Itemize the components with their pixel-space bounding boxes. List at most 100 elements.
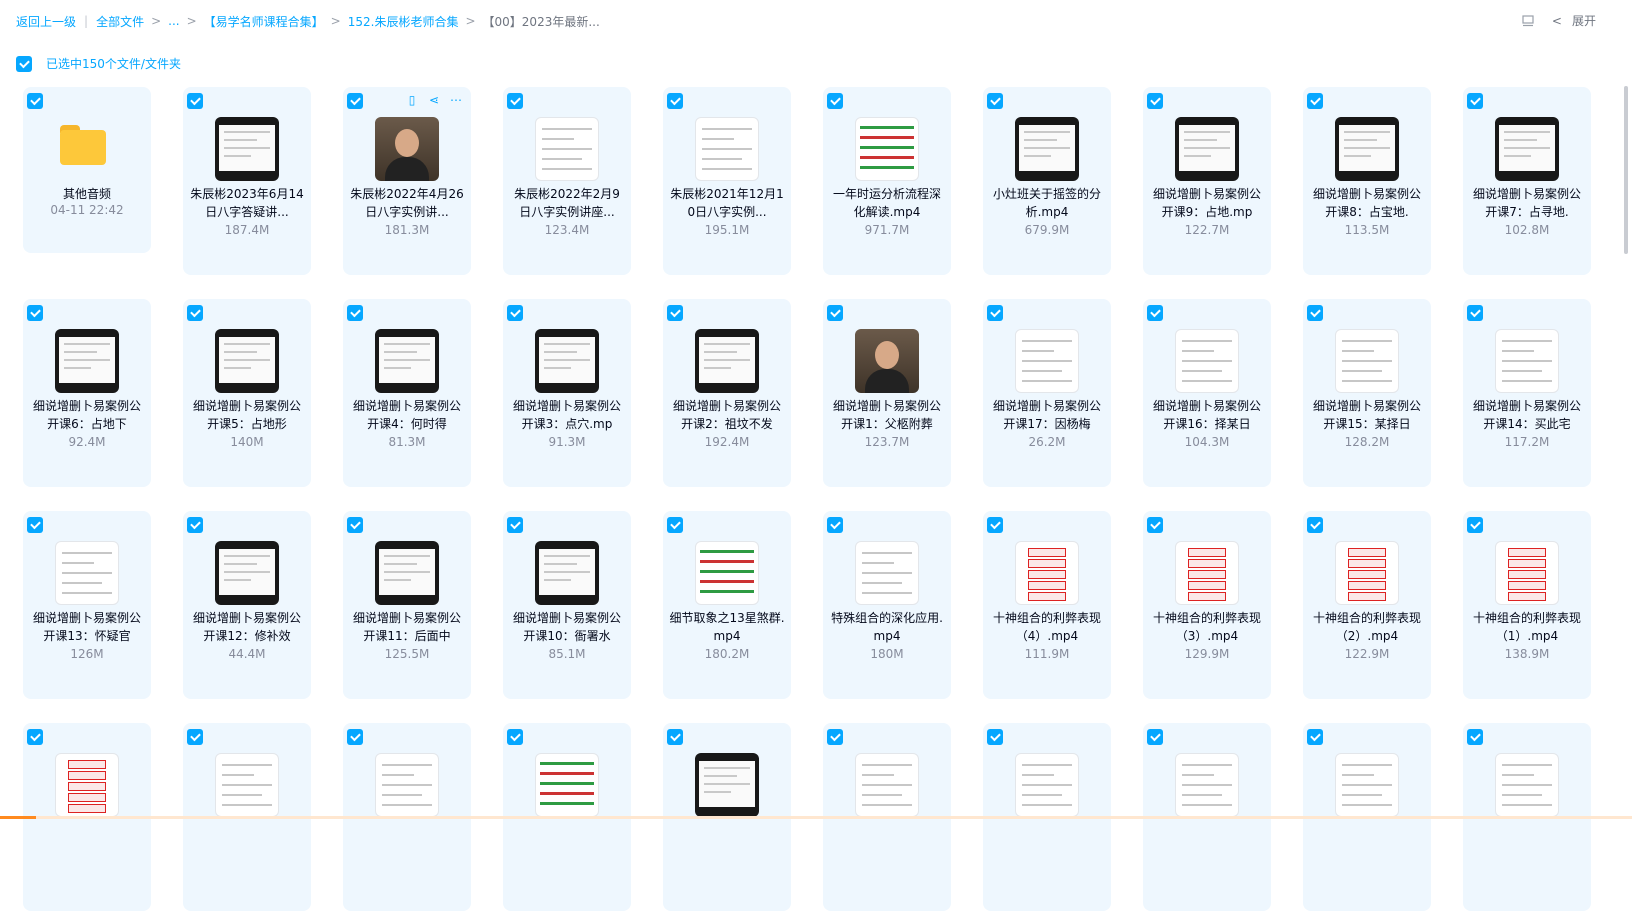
phone-icon[interactable]: ▯ bbox=[405, 93, 419, 107]
file-card[interactable]: 细说增删卜易案例公开课11：后面中 125.5M bbox=[343, 511, 471, 699]
file-checkbox[interactable] bbox=[1147, 93, 1163, 109]
file-card[interactable]: 十神组合的利弊表现（4）.mp4 111.9M bbox=[983, 511, 1111, 699]
folder-card[interactable]: 其他音频 04-11 22:42 bbox=[23, 87, 151, 253]
file-checkbox[interactable] bbox=[347, 93, 363, 109]
file-checkbox[interactable] bbox=[1467, 517, 1483, 533]
file-card[interactable]: 细说增删卜易案例公开课9：占地.mp 122.7M bbox=[1143, 87, 1271, 275]
file-checkbox[interactable] bbox=[27, 93, 43, 109]
file-meta: 117.2M bbox=[1504, 435, 1550, 449]
file-card[interactable]: 细说增删卜易案例公开课14：买此宅 117.2M bbox=[1463, 299, 1591, 487]
file-checkbox[interactable] bbox=[507, 517, 523, 533]
file-name: 细说增删卜易案例公开课14：买此宅 bbox=[1472, 399, 1581, 431]
file-checkbox[interactable] bbox=[1147, 517, 1163, 533]
file-checkbox[interactable] bbox=[1147, 729, 1163, 745]
file-card[interactable]: 细说增删卜易案例公开课2：祖坟不发 192.4M bbox=[663, 299, 791, 487]
file-checkbox[interactable] bbox=[347, 517, 363, 533]
expand-button[interactable]: 展开 bbox=[1572, 12, 1596, 29]
file-card[interactable]: 细节取象之13星煞群.mp4 180.2M bbox=[663, 511, 791, 699]
file-card[interactable]: 朱辰彬2023年6月14日八字答疑讲... 187.4M bbox=[183, 87, 311, 275]
video-thumbnail bbox=[1495, 329, 1559, 393]
file-checkbox[interactable] bbox=[827, 729, 843, 745]
file-card[interactable]: 十神组合的利弊表现（1）.mp4 138.9M bbox=[1463, 511, 1591, 699]
file-checkbox[interactable] bbox=[27, 517, 43, 533]
video-thumbnail bbox=[855, 541, 919, 605]
file-checkbox[interactable] bbox=[187, 93, 203, 109]
file-card[interactable]: 细说增删卜易案例公开课3：点穴.mp 91.3M bbox=[503, 299, 631, 487]
file-card[interactable]: ▯ ⋖ ⋯ 朱辰彬2022年4月26日八字实例讲... 181.3M bbox=[343, 87, 471, 275]
scrollbar[interactable] bbox=[1624, 86, 1628, 254]
file-card[interactable]: 一年时运分析流程深化解读.mp4 971.7M bbox=[823, 87, 951, 275]
file-checkbox[interactable] bbox=[347, 729, 363, 745]
file-checkbox[interactable] bbox=[507, 729, 523, 745]
file-card[interactable]: 细说增删卜易案例公开课13：怀疑官 126M bbox=[23, 511, 151, 699]
file-checkbox[interactable] bbox=[1307, 729, 1323, 745]
file-checkbox[interactable] bbox=[27, 729, 43, 745]
file-checkbox[interactable] bbox=[667, 729, 683, 745]
more-icon[interactable]: ⋯ bbox=[449, 93, 463, 107]
file-checkbox[interactable] bbox=[507, 93, 523, 109]
all-files-link[interactable]: 全部文件 bbox=[96, 13, 144, 30]
file-card[interactable]: 细说增删卜易案例公开课8：占宝地. 113.5M bbox=[1303, 87, 1431, 275]
file-card[interactable]: 十神组合的利弊表现（3）.mp4 129.9M bbox=[1143, 511, 1271, 699]
file-checkbox[interactable] bbox=[187, 729, 203, 745]
video-thumbnail bbox=[855, 329, 919, 393]
file-card[interactable]: 朱辰彬2022年2月9日八字实例讲座... 123.4M bbox=[503, 87, 631, 275]
video-thumbnail bbox=[695, 753, 759, 817]
video-thumbnail bbox=[215, 541, 279, 605]
file-checkbox[interactable] bbox=[827, 305, 843, 321]
file-checkbox[interactable] bbox=[507, 305, 523, 321]
file-checkbox[interactable] bbox=[987, 517, 1003, 533]
file-card[interactable]: 细说增删卜易案例公开课7：占寻地. 102.8M bbox=[1463, 87, 1591, 275]
file-card[interactable]: 细说增删卜易案例公开课17：因杨梅 26.2M bbox=[983, 299, 1111, 487]
file-card[interactable]: 细说增删卜易案例公开课12：修补效 44.4M bbox=[183, 511, 311, 699]
file-card[interactable]: 细说增删卜易案例公开课6：占地下 92.4M bbox=[23, 299, 151, 487]
file-checkbox[interactable] bbox=[827, 93, 843, 109]
video-thumbnail bbox=[1335, 753, 1399, 817]
ellipsis-link[interactable]: ... bbox=[168, 14, 179, 28]
file-checkbox[interactable] bbox=[667, 93, 683, 109]
file-checkbox[interactable] bbox=[1307, 517, 1323, 533]
file-card[interactable]: 细说增删卜易案例公开课4：何时得 81.3M bbox=[343, 299, 471, 487]
select-all-checkbox[interactable] bbox=[16, 55, 32, 72]
file-checkbox[interactable] bbox=[347, 305, 363, 321]
file-checkbox[interactable] bbox=[667, 305, 683, 321]
breadcrumb-item[interactable]: 152.朱辰彬老师合集 bbox=[348, 13, 459, 30]
video-thumbnail bbox=[1015, 541, 1079, 605]
video-thumbnail bbox=[1175, 329, 1239, 393]
file-checkbox[interactable] bbox=[987, 729, 1003, 745]
video-thumbnail bbox=[55, 541, 119, 605]
file-card[interactable]: 特殊组合的深化应用.mp4 180M bbox=[823, 511, 951, 699]
file-checkbox[interactable] bbox=[27, 305, 43, 321]
file-name: 细说增删卜易案例公开课7：占寻地. bbox=[1472, 187, 1581, 219]
file-card[interactable]: 细说增删卜易案例公开课15：某择日 128.2M bbox=[1303, 299, 1431, 487]
file-checkbox[interactable] bbox=[1467, 93, 1483, 109]
view-mode-icon[interactable] bbox=[1522, 14, 1534, 27]
file-checkbox[interactable] bbox=[1307, 305, 1323, 321]
file-meta: 91.3M bbox=[548, 435, 586, 449]
video-thumbnail bbox=[375, 541, 439, 605]
share-icon[interactable]: ⋖ bbox=[427, 93, 441, 107]
file-card[interactable]: 细说增删卜易案例公开课5：占地形 140M bbox=[183, 299, 311, 487]
file-checkbox[interactable] bbox=[1467, 305, 1483, 321]
file-card[interactable]: 十神组合的利弊表现（2）.mp4 122.9M bbox=[1303, 511, 1431, 699]
file-card[interactable]: 朱辰彬2021年12月10日八字实例... 195.1M bbox=[663, 87, 791, 275]
selection-count: 已选中150个文件/文件夹 bbox=[46, 57, 181, 71]
file-checkbox[interactable] bbox=[667, 517, 683, 533]
back-link[interactable]: 返回上一级 bbox=[16, 13, 76, 30]
file-checkbox[interactable] bbox=[987, 305, 1003, 321]
card-actions: ▯ ⋖ ⋯ bbox=[405, 93, 463, 107]
file-checkbox[interactable] bbox=[187, 517, 203, 533]
file-checkbox[interactable] bbox=[187, 305, 203, 321]
file-checkbox[interactable] bbox=[1467, 729, 1483, 745]
file-card[interactable]: 小灶班关于摇签的分析.mp4 679.9M bbox=[983, 87, 1111, 275]
file-card[interactable]: 细说增删卜易案例公开课1：父柩附葬 123.7M bbox=[823, 299, 951, 487]
file-checkbox[interactable] bbox=[987, 93, 1003, 109]
file-name bbox=[829, 821, 945, 857]
file-card[interactable]: 细说增删卜易案例公开课10：衙署水 85.1M bbox=[503, 511, 631, 699]
file-checkbox[interactable] bbox=[1147, 305, 1163, 321]
file-checkbox[interactable] bbox=[827, 517, 843, 533]
file-card[interactable]: 细说增删卜易案例公开课16：择某日 104.3M bbox=[1143, 299, 1271, 487]
file-name: 特殊组合的深化应用.mp4 bbox=[831, 611, 943, 643]
file-checkbox[interactable] bbox=[1307, 93, 1323, 109]
breadcrumb-item[interactable]: 【易学名师课程合集】 bbox=[204, 13, 324, 30]
